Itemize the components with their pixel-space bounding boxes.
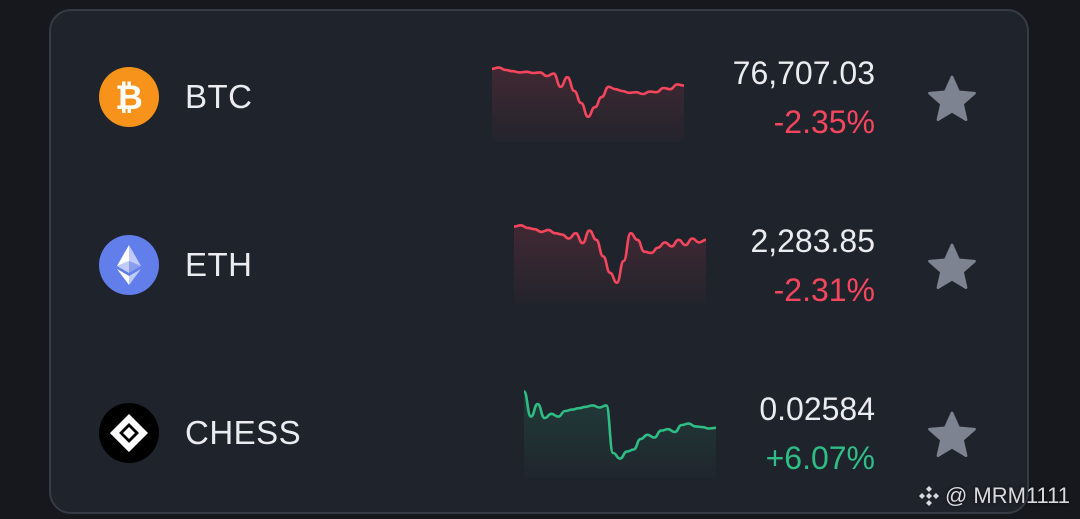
favorite-star-icon[interactable] — [925, 72, 979, 126]
coin-price: 0.02584 — [759, 391, 875, 427]
sparkline-chart — [514, 224, 706, 304]
watermark-text: @ MRM1111 — [944, 483, 1070, 508]
coin-change: -2.31% — [773, 272, 875, 308]
chess-icon — [99, 403, 159, 463]
coin-row-btc[interactable]: ₿ BTC 76,707.03 -2.35% — [51, 28, 1031, 168]
coin-ticker: ETH — [185, 246, 253, 283]
coin-row-chess[interactable]: CHESS 0.02584 +6.07% — [51, 364, 1031, 504]
coin-price: 2,283.85 — [750, 223, 875, 259]
sparkline-area — [514, 225, 706, 304]
coin-price: 76,707.03 — [732, 55, 875, 91]
watermark: @ MRM1111 — [917, 483, 1070, 509]
coin-row-eth[interactable]: ETH 2,283.85 -2.31% — [51, 196, 1031, 336]
sparkline-area — [524, 391, 716, 478]
sparkline-chart — [524, 390, 716, 478]
bitcoin-icon: ₿ — [99, 67, 159, 127]
binance-logo-icon — [917, 484, 941, 508]
favorite-star-icon[interactable] — [925, 408, 979, 462]
ethereum-icon — [99, 235, 159, 295]
sparkline-chart — [492, 66, 684, 142]
coin-ticker: BTC — [185, 78, 253, 115]
coin-change: +6.07% — [765, 440, 875, 476]
watchlist-card: ₿ BTC 76,707.03 -2.35% ETH 2,283.85 -2.3 — [49, 9, 1029, 514]
sparkline-area — [492, 67, 684, 142]
coin-ticker: CHESS — [185, 414, 302, 451]
coin-change: -2.35% — [773, 104, 875, 140]
favorite-star-icon[interactable] — [925, 240, 979, 294]
svg-text:₿: ₿ — [115, 79, 143, 117]
